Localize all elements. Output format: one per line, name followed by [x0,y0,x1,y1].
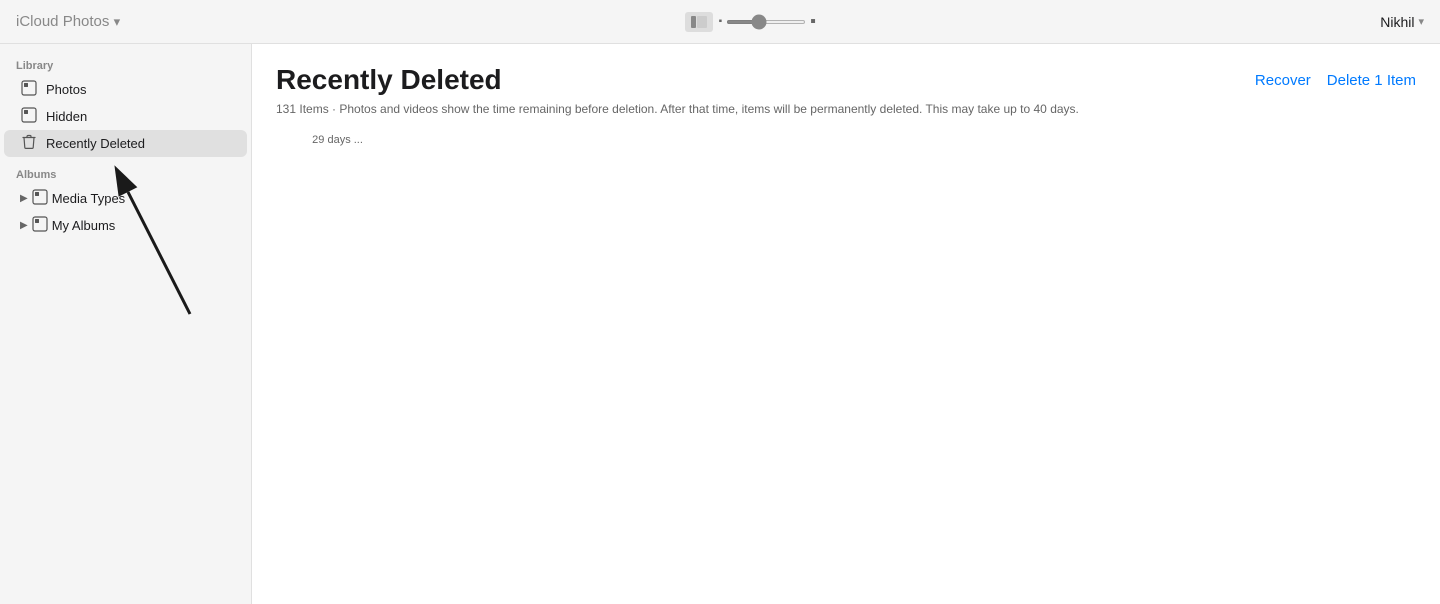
app-subtitle: Photos [63,13,110,30]
user-name: Nikhil [1380,14,1414,30]
media-types-expand-icon: ▶ [20,193,28,204]
action-buttons: Recover Delete 1 Item [1255,72,1416,89]
my-albums-expand-icon: ▶ [20,220,28,231]
my-albums-icon [32,216,48,235]
user-chevron-icon: ▾ [1418,15,1424,28]
sidebar-item-my-albums-label: My Albums [52,218,116,233]
photo-grid: 29 days ... [276,132,1416,162]
sidebar-item-media-types-label: Media Types [52,191,125,206]
albums-section-label: Albums [0,165,251,185]
sidebar-item-photos-label: Photos [46,82,86,97]
app-title: iCloud Photos ▾ [16,13,120,30]
content-header: Recently Deleted Recover Delete 1 Item [276,64,1416,96]
app-chevron-icon[interactable]: ▾ [114,14,121,29]
sidebar-toggle-button[interactable] [685,12,713,32]
sidebar-item-my-albums[interactable]: ▶ My Albums [4,212,247,239]
sidebar-item-hidden-label: Hidden [46,109,87,124]
library-section-label: Library [0,56,251,76]
app-header: iCloud Photos ▾ ▪ ▪ Nikhil ▾ [0,0,1440,44]
app-name: iCloud [16,13,59,30]
trash-icon [20,134,38,153]
zoom-slider-container: ▪ ▪ [719,13,816,31]
sidebar-item-media-types[interactable]: ▶ Media Types [4,185,247,212]
sidebar-item-hidden[interactable]: Hidden [4,103,247,130]
media-types-icon [32,189,48,208]
recover-button[interactable]: Recover [1255,72,1311,89]
content-area: Recently Deleted Recover Delete 1 Item 1… [252,44,1440,604]
zoom-small-icon: ▪ [719,16,723,27]
delete-button[interactable]: Delete 1 Item [1327,72,1416,89]
content-subtitle: 131 Items · Photos and videos show the t… [276,102,1416,116]
sidebar-item-photos[interactable]: Photos [4,76,247,103]
toolbar-center: ▪ ▪ [685,12,816,32]
header-left: iCloud Photos ▾ [16,13,120,30]
page-title: Recently Deleted [276,64,502,96]
user-menu[interactable]: Nikhil ▾ [1380,14,1424,30]
hidden-icon [20,107,38,126]
zoom-slider[interactable] [726,20,806,24]
sidebar: Library Photos Hidden Recently Deleted A… [0,44,252,604]
sidebar-item-recently-deleted-label: Recently Deleted [46,136,145,151]
photo-caption: 29 days ... [312,134,363,146]
zoom-large-icon: ▪ [810,13,816,31]
view-toggle [685,12,713,32]
sidebar-item-recently-deleted[interactable]: Recently Deleted [4,130,247,157]
photos-icon [20,80,38,99]
main-layout: Library Photos Hidden Recently Deleted A… [0,44,1440,604]
